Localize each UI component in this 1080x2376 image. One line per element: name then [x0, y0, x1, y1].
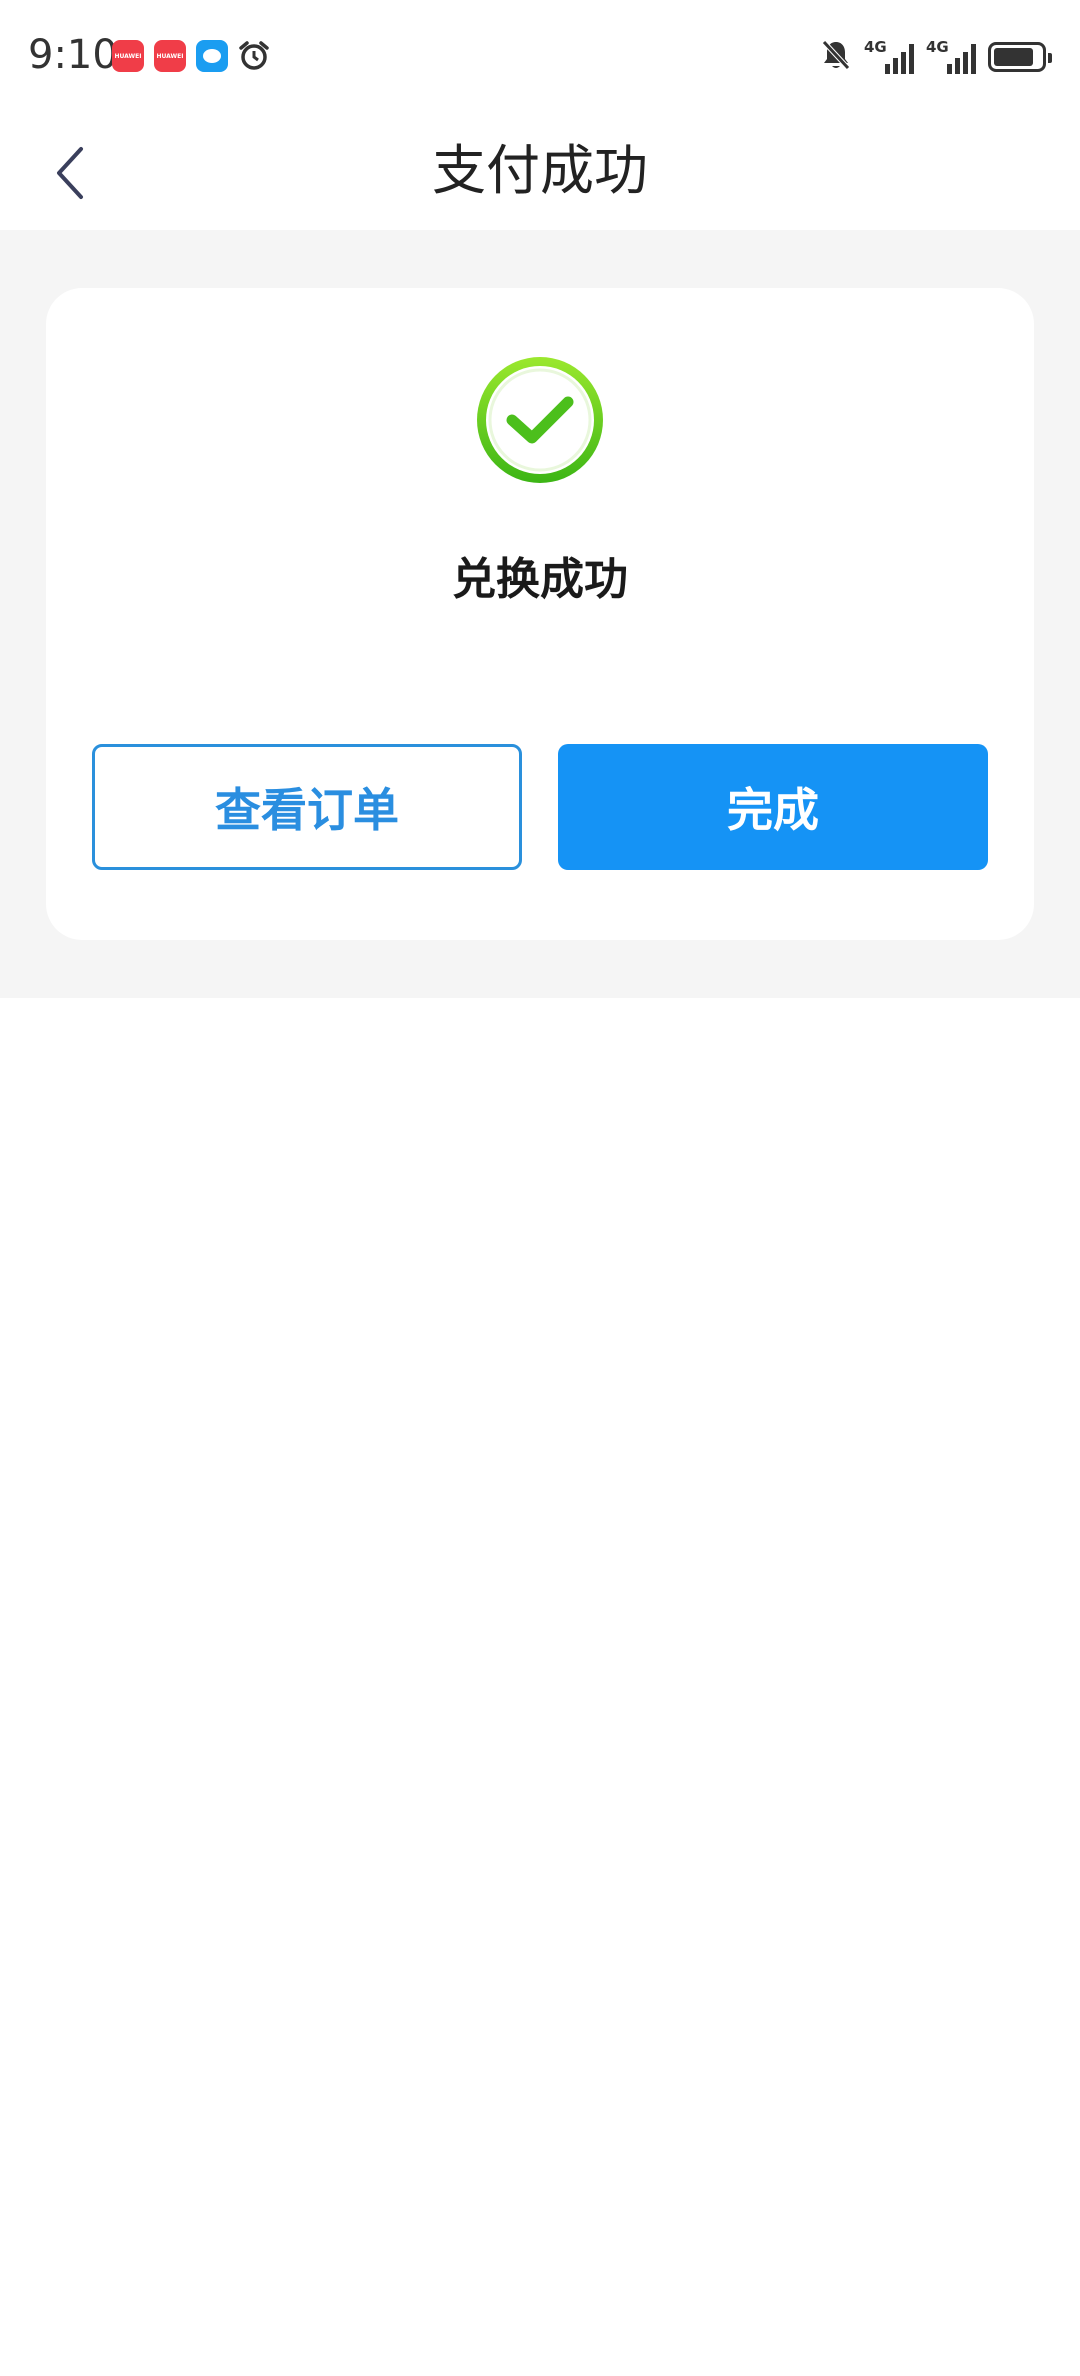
- nav-bar: 支付成功: [0, 116, 1080, 230]
- huawei-appgallery-icon: HUAWEI: [154, 40, 186, 72]
- bell-muted-icon: [820, 38, 852, 76]
- result-card: 兑换成功 查看订单 完成: [46, 288, 1034, 940]
- battery-icon: [988, 42, 1052, 72]
- result-message: 兑换成功: [452, 554, 628, 605]
- screen: 9:10 HUAWEI HUAWEI 4G 4G 支付成功 兑换成功 查看订单 …: [0, 0, 1080, 2376]
- view-order-button[interactable]: 查看订单: [92, 744, 522, 870]
- success-check-icon: [470, 350, 610, 490]
- page-title: 支付成功: [432, 139, 648, 202]
- system-icons: 4G 4G: [820, 38, 1052, 76]
- signal-strength-icon: 4G: [864, 38, 914, 74]
- alarm-icon: [238, 40, 270, 72]
- signal-strength-icon-2: 4G: [926, 38, 976, 74]
- huawei-appgallery-icon: HUAWEI: [112, 40, 144, 72]
- messages-icon: [196, 40, 228, 72]
- notification-icons: HUAWEI HUAWEI: [112, 40, 270, 72]
- battery-level: [994, 48, 1034, 66]
- done-button[interactable]: 完成: [558, 744, 988, 870]
- content-area: 兑换成功 查看订单 完成: [0, 230, 1080, 998]
- status-bar: 9:10 HUAWEI HUAWEI 4G 4G: [0, 0, 1080, 116]
- status-time: 9:10: [28, 32, 118, 78]
